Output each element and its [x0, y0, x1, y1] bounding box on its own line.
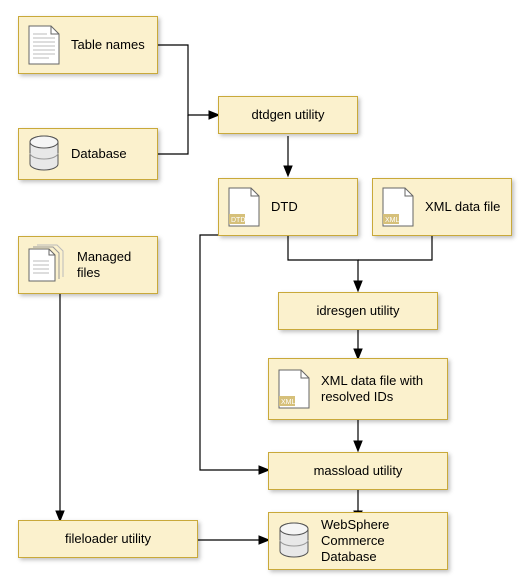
node-managed-files: Managed files: [18, 236, 158, 294]
node-label: Table names: [71, 37, 145, 53]
node-xml-data-file: XML XML data file: [372, 178, 512, 236]
node-dtdgen-utility: dtdgen utility: [218, 96, 358, 134]
node-label: WebSphere Commerce Database: [321, 517, 439, 566]
xml-document-icon: XML: [381, 186, 415, 228]
diagram-canvas: Table names Database: [0, 0, 529, 587]
document-icon: [27, 24, 61, 66]
files-stack-icon: [27, 243, 67, 287]
database-icon: [27, 135, 61, 173]
node-xml-resolved-ids: XML XML data file with resolved IDs: [268, 358, 448, 420]
node-label: Managed files: [77, 249, 149, 282]
node-massload-utility: massload utility: [268, 452, 448, 490]
node-label: fileloader utility: [65, 531, 151, 547]
node-label: massload utility: [314, 463, 403, 479]
node-label: DTD: [271, 199, 298, 215]
xml-document-icon: XML: [277, 368, 311, 410]
node-idresgen-utility: idresgen utility: [278, 292, 438, 330]
node-label: XML data file: [425, 199, 500, 215]
node-label: idresgen utility: [316, 303, 399, 319]
node-label: dtdgen utility: [252, 107, 325, 123]
node-database-input: Database: [18, 128, 158, 180]
node-table-names: Table names: [18, 16, 158, 74]
node-dtd: DTD DTD: [218, 178, 358, 236]
node-websphere-commerce-database: WebSphere Commerce Database: [268, 512, 448, 570]
node-label: XML data file with resolved IDs: [321, 373, 439, 406]
svg-text:DTD: DTD: [231, 217, 245, 224]
svg-text:XML: XML: [385, 217, 400, 224]
node-fileloader-utility: fileloader utility: [18, 520, 198, 558]
database-icon: [277, 522, 311, 560]
dtd-document-icon: DTD: [227, 186, 261, 228]
svg-text:XML: XML: [281, 399, 296, 406]
node-label: Database: [71, 146, 127, 162]
